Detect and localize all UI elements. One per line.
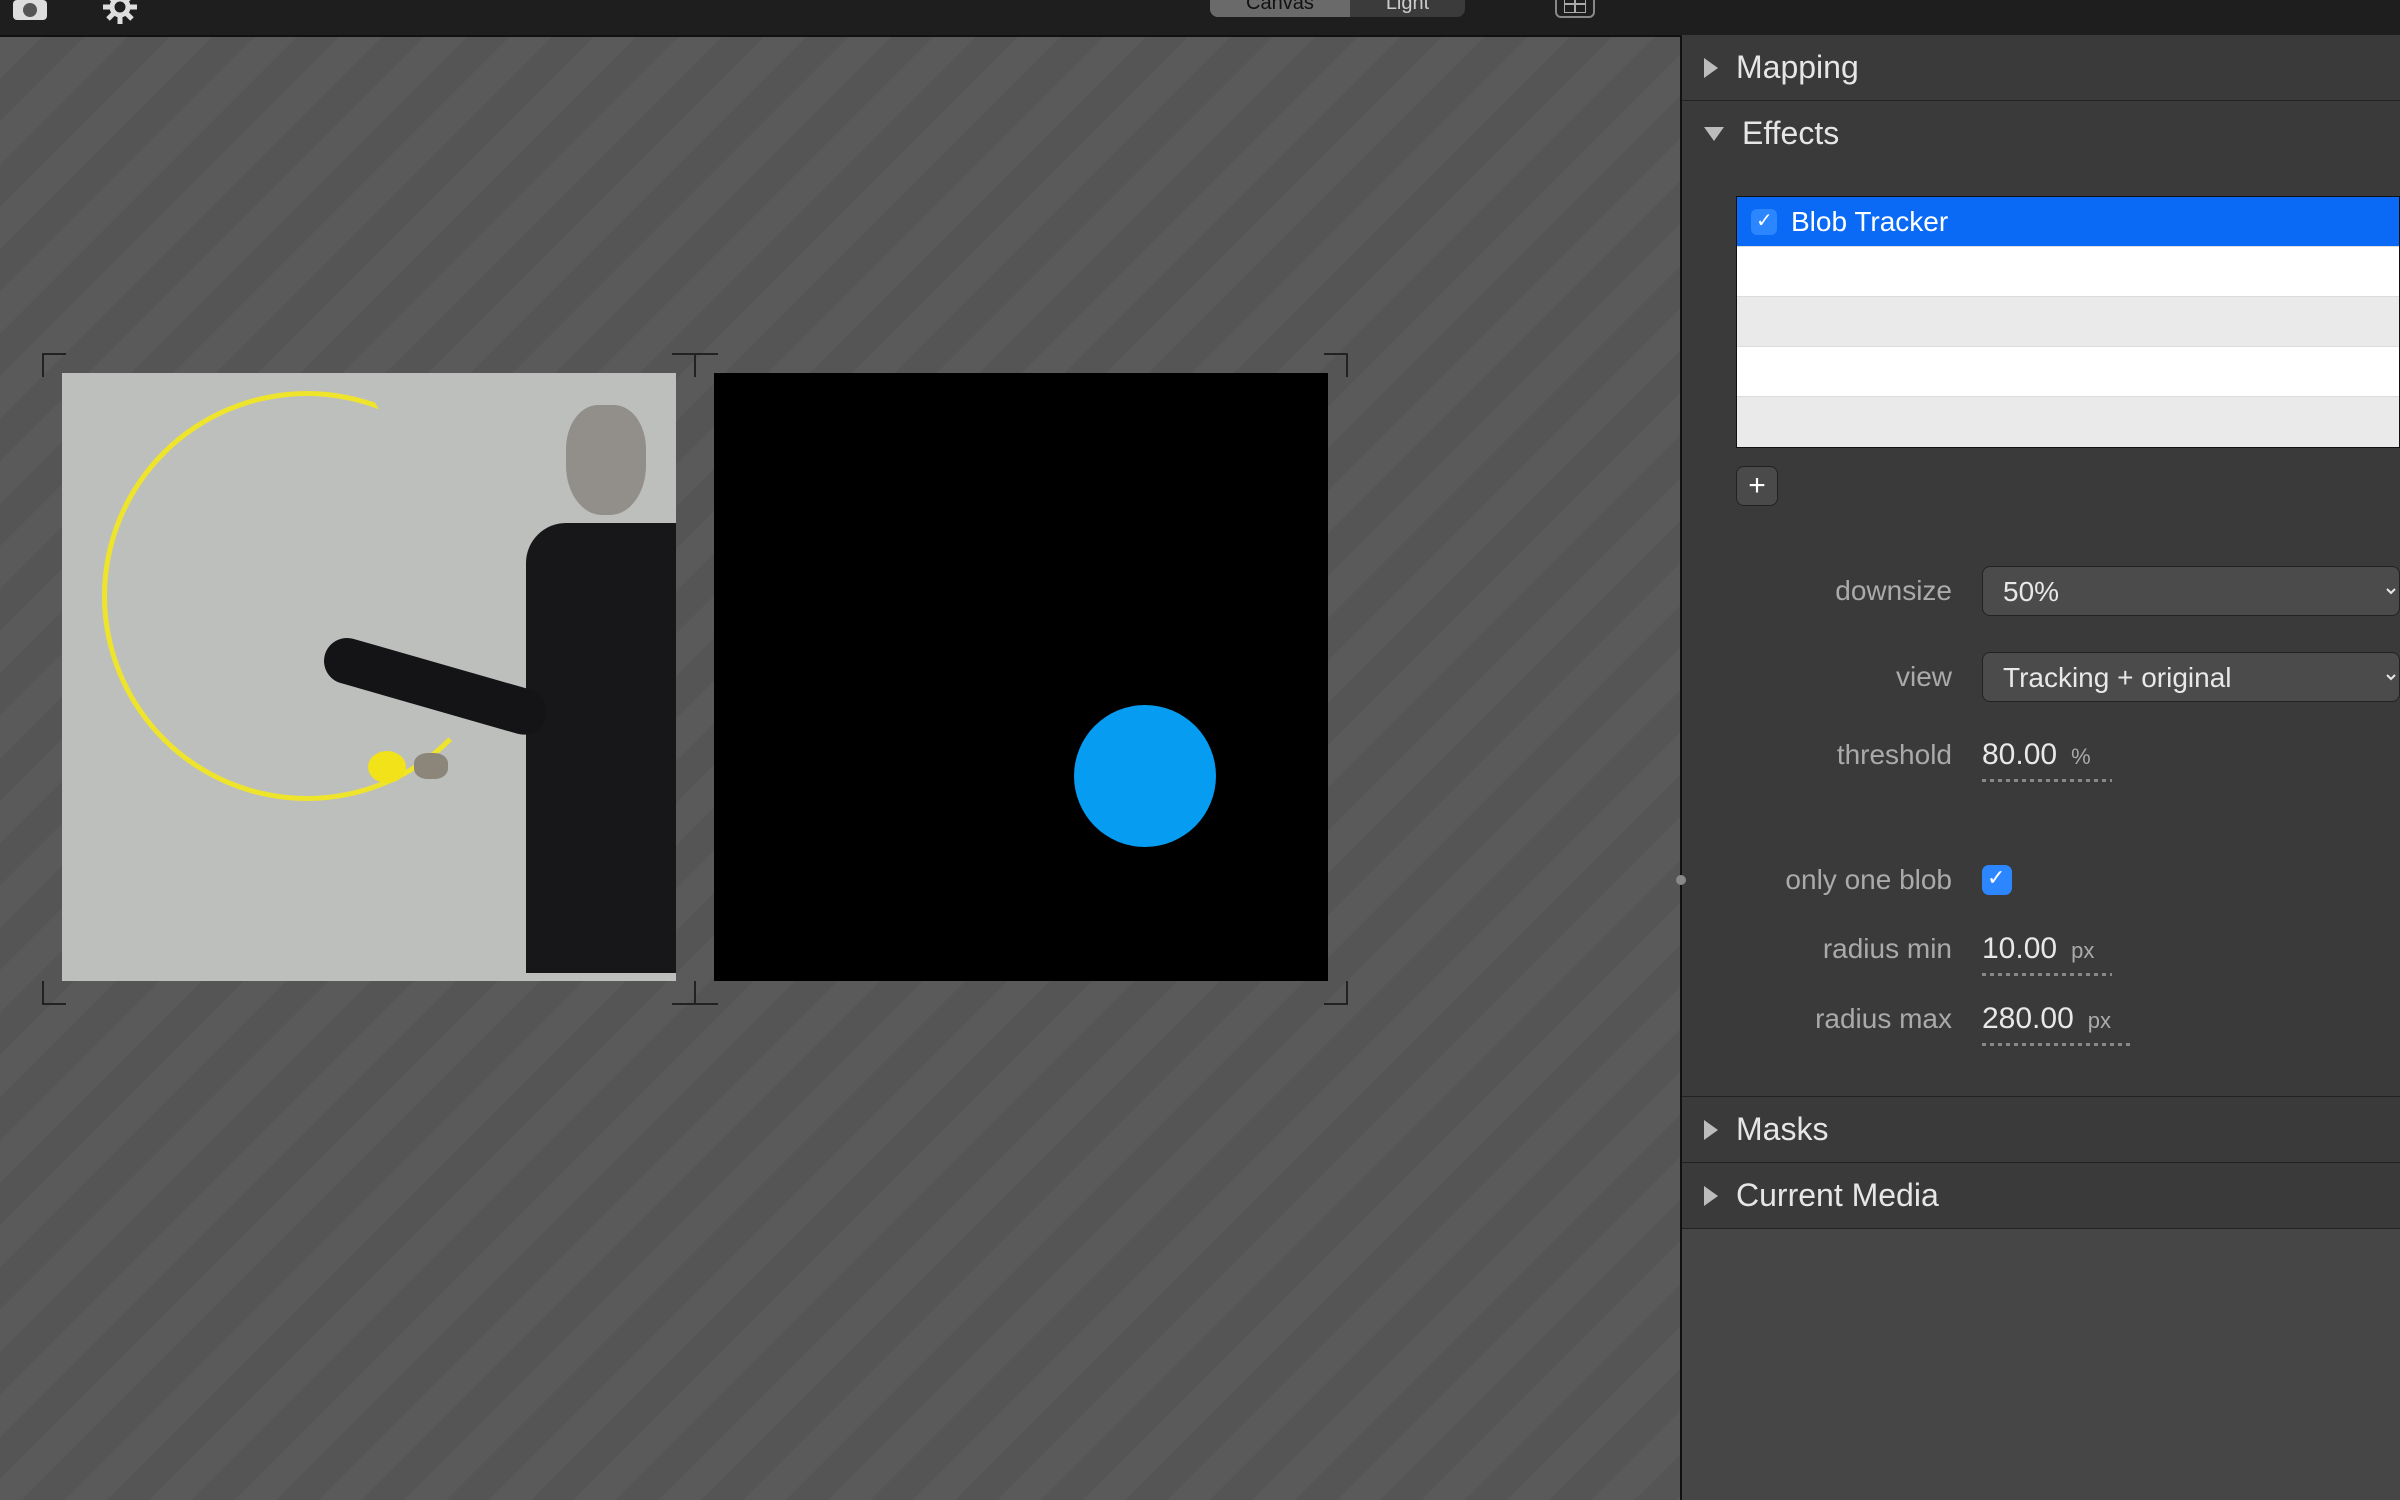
threshold-value-field[interactable]: 80.00 % bbox=[1982, 738, 2091, 772]
tracking-preview-panel[interactable]: Tracking bbox=[714, 373, 1328, 981]
seg-canvas-button[interactable]: Canvas bbox=[1210, 0, 1350, 17]
view-select[interactable]: Tracking + original bbox=[1982, 652, 2400, 702]
crop-mark bbox=[672, 353, 696, 377]
crop-mark bbox=[1324, 353, 1348, 377]
gear-icon[interactable] bbox=[100, 0, 140, 27]
chevron-down-icon bbox=[1704, 127, 1724, 141]
param-radius-min: radius min 10.00 px bbox=[1732, 932, 2400, 966]
param-label: view bbox=[1732, 661, 1952, 693]
masks-section-header[interactable]: Masks bbox=[1682, 1097, 2400, 1162]
crop-mark bbox=[694, 353, 718, 377]
effects-list[interactable]: Blob Tracker bbox=[1736, 196, 2400, 448]
crop-mark bbox=[42, 353, 66, 377]
chevron-right-icon bbox=[1704, 58, 1718, 78]
effect-enable-checkbox[interactable] bbox=[1751, 209, 1777, 235]
canvas-workspace[interactable]: Camera Tracking bbox=[0, 35, 1680, 1500]
mapping-section-title: Mapping bbox=[1736, 49, 1859, 86]
param-radius-max: radius max 280.00 px bbox=[1732, 1002, 2400, 1036]
effect-row-empty[interactable] bbox=[1737, 297, 2399, 347]
mapping-section: Mapping bbox=[1682, 35, 2400, 101]
crop-mark bbox=[694, 981, 718, 1005]
person-hand bbox=[414, 753, 448, 779]
camera-preview-panel[interactable]: Camera bbox=[62, 373, 676, 981]
effect-row-empty[interactable] bbox=[1737, 247, 2399, 297]
param-value-unit: % bbox=[2071, 744, 2091, 770]
param-threshold: threshold 80.00 % bbox=[1732, 738, 2400, 772]
value-slider-track[interactable] bbox=[1982, 973, 2112, 976]
param-handle-dot[interactable] bbox=[1676, 875, 1686, 885]
param-value-number: 280.00 bbox=[1982, 1002, 2074, 1036]
param-view: view Tracking + original bbox=[1732, 652, 2400, 702]
param-value-number: 80.00 bbox=[1982, 738, 2057, 772]
radius-max-value-field[interactable]: 280.00 px bbox=[1982, 1002, 2111, 1036]
camera-tool-icon[interactable] bbox=[10, 0, 50, 27]
only-one-blob-checkbox[interactable] bbox=[1982, 865, 2012, 895]
inspector-empty-area bbox=[1682, 1229, 2400, 1500]
detected-blob bbox=[1074, 705, 1216, 847]
effect-row-blob-tracker[interactable]: Blob Tracker bbox=[1737, 197, 2399, 247]
param-label: downsize bbox=[1732, 575, 1952, 607]
effects-section-title: Effects bbox=[1742, 115, 1839, 152]
param-label: radius max bbox=[1732, 1003, 1952, 1035]
current-media-section: Current Media bbox=[1682, 1163, 2400, 1229]
masks-section-title: Masks bbox=[1736, 1111, 1828, 1148]
add-effect-button[interactable]: + bbox=[1736, 466, 1778, 506]
current-media-section-header[interactable]: Current Media bbox=[1682, 1163, 2400, 1228]
param-label: only one blob bbox=[1732, 864, 1952, 896]
param-downsize: downsize 50% bbox=[1732, 566, 2400, 616]
main-area: Camera Tracking bbox=[0, 35, 2400, 1500]
value-slider-track[interactable] bbox=[1982, 1043, 2132, 1046]
effect-parameters: downsize 50% view Tracking + original bbox=[1732, 566, 2400, 1036]
app-root: Canvas Light Camera bbox=[0, 0, 2400, 1500]
effect-row-label: Blob Tracker bbox=[1791, 206, 1948, 238]
inspector-panel: Mapping Effects Blob Tracker bbox=[1680, 35, 2400, 1500]
plus-icon: + bbox=[1748, 471, 1766, 501]
view-mode-segmented[interactable]: Canvas Light bbox=[1210, 0, 1465, 17]
crop-mark bbox=[1324, 981, 1348, 1005]
param-label: radius min bbox=[1732, 933, 1952, 965]
masks-section: Masks bbox=[1682, 1097, 2400, 1163]
seg-light-button[interactable]: Light bbox=[1350, 0, 1465, 17]
motion-arc bbox=[102, 391, 512, 801]
chevron-right-icon bbox=[1704, 1120, 1718, 1140]
param-value-unit: px bbox=[2088, 1008, 2111, 1034]
chevron-right-icon bbox=[1704, 1186, 1718, 1206]
tracked-marker-dot bbox=[368, 751, 406, 783]
effects-section-header[interactable]: Effects bbox=[1682, 101, 2400, 166]
effect-row-empty[interactable] bbox=[1737, 347, 2399, 397]
crop-mark bbox=[42, 981, 66, 1005]
effect-row-empty[interactable] bbox=[1737, 397, 2399, 447]
param-value-number: 10.00 bbox=[1982, 932, 2057, 966]
crop-mark bbox=[672, 981, 696, 1005]
effects-section-body: Blob Tracker + downsize bbox=[1682, 166, 2400, 1096]
value-slider-track[interactable] bbox=[1982, 779, 2112, 782]
layout-grid-icon[interactable] bbox=[1555, 0, 1595, 18]
top-toolbar: Canvas Light bbox=[0, 0, 2400, 35]
param-label: threshold bbox=[1732, 739, 1952, 771]
param-only-one-blob: only one blob bbox=[1732, 864, 2400, 896]
mapping-section-header[interactable]: Mapping bbox=[1682, 35, 2400, 100]
param-value-unit: px bbox=[2071, 938, 2094, 964]
radius-min-value-field[interactable]: 10.00 px bbox=[1982, 932, 2094, 966]
current-media-section-title: Current Media bbox=[1736, 1177, 1939, 1214]
effects-section: Effects Blob Tracker + bbox=[1682, 101, 2400, 1097]
downsize-select[interactable]: 50% bbox=[1982, 566, 2400, 616]
